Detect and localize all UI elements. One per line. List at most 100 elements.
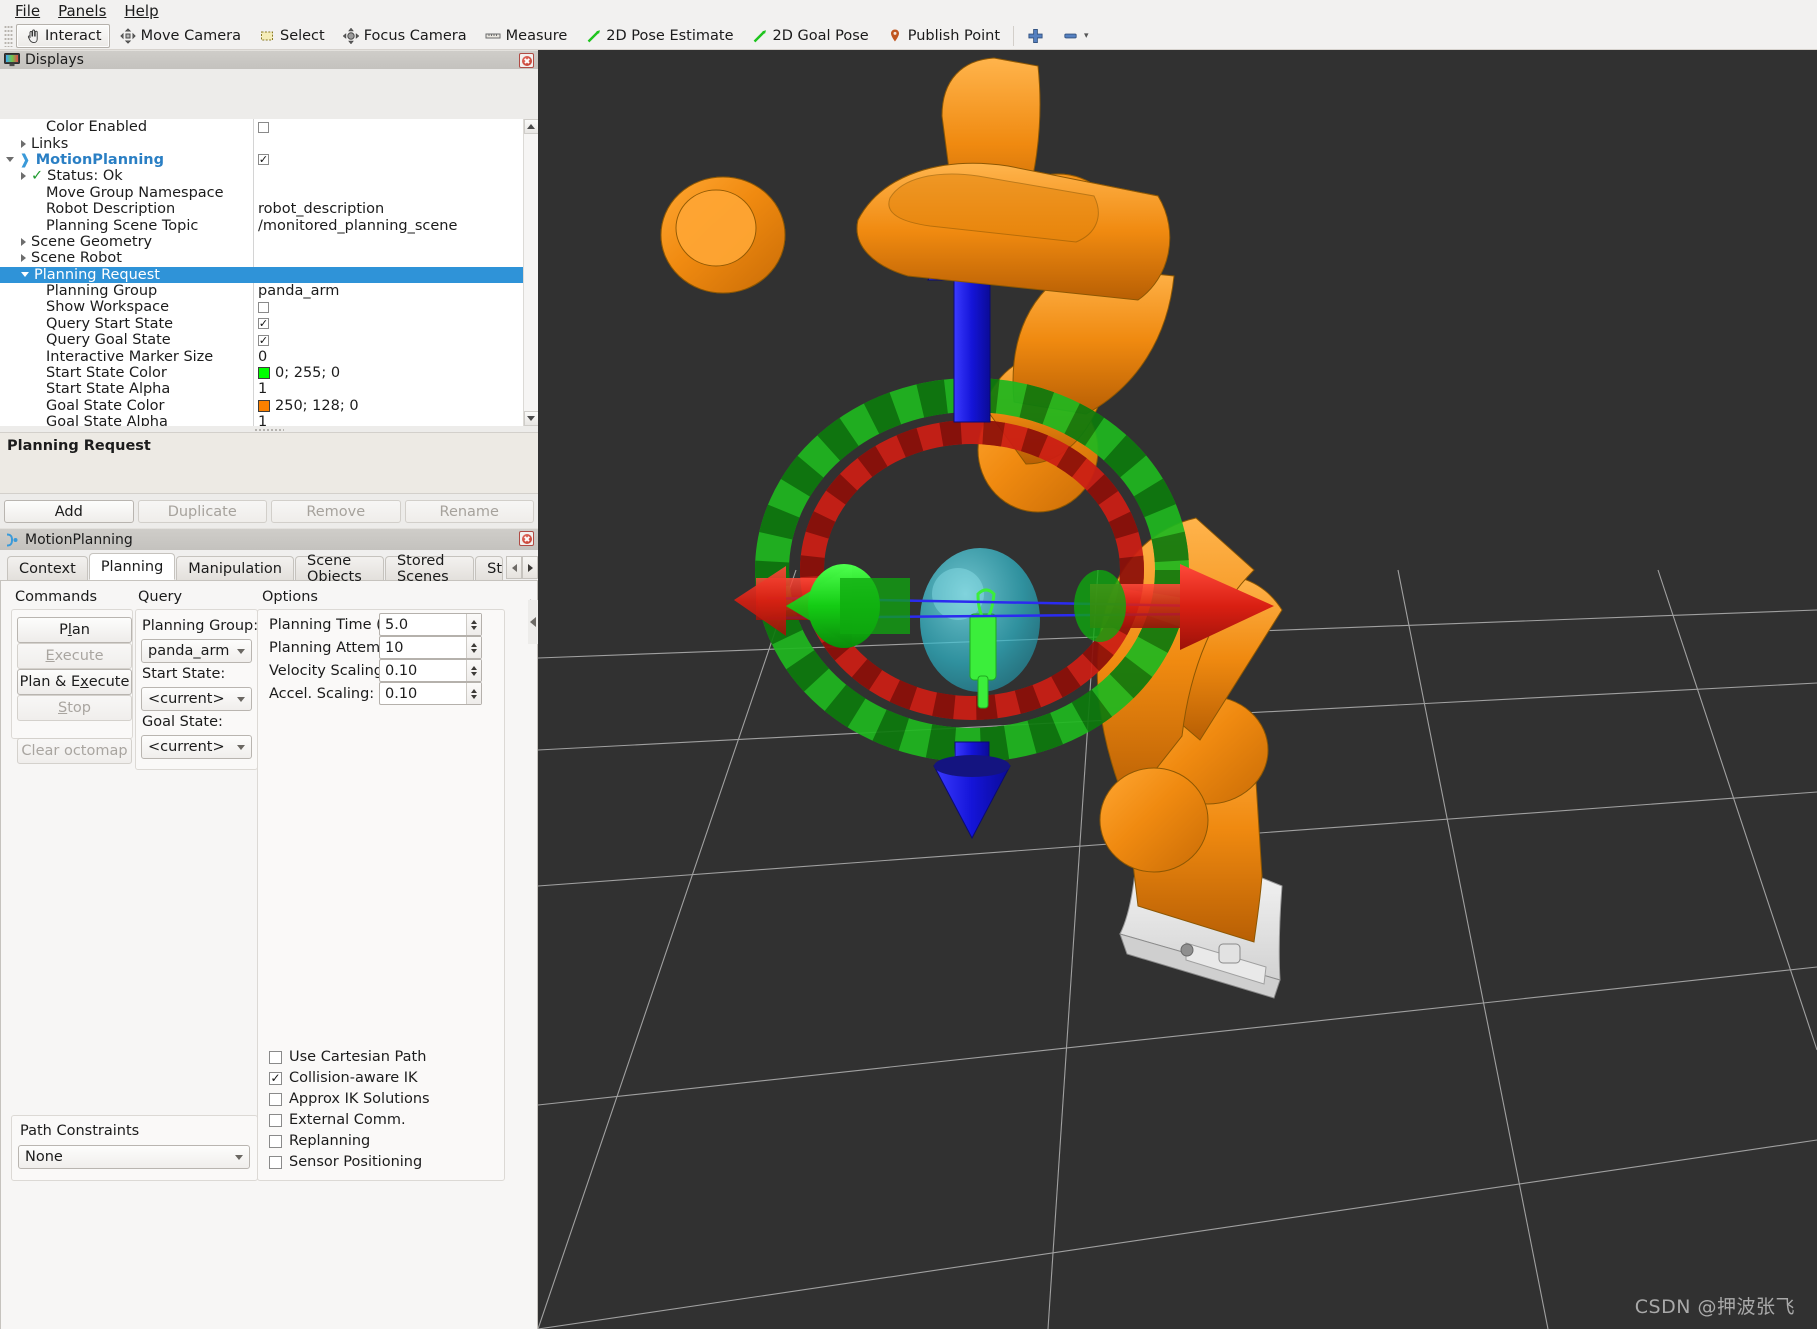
display-tree-row[interactable]: Planning Group panda_arm	[0, 283, 523, 299]
display-tree-row-value[interactable]: ✓	[253, 316, 523, 332]
display-tree-row[interactable]: Robot Description robot_description	[0, 201, 523, 217]
goal-state-combo[interactable]: <current>	[141, 735, 252, 759]
accel-scaling-spinner[interactable]: 0.10	[379, 682, 482, 705]
display-tree-row[interactable]: Start State Alpha 1	[0, 381, 523, 397]
color-swatch[interactable]	[258, 367, 270, 380]
planning-time-stepper[interactable]	[466, 614, 481, 635]
planning-group-combo[interactable]: panda_arm	[141, 639, 252, 663]
checkbox-approx-ik-solutions[interactable]: Approx IK Solutions	[269, 1091, 430, 1107]
scroll-up-button[interactable]	[523, 119, 538, 134]
display-tree-row[interactable]: Scene Robot	[0, 250, 523, 266]
menu-help[interactable]: Help	[115, 0, 167, 22]
display-tree-row[interactable]: Start State Color 0; 255; 0	[0, 365, 523, 381]
display-tree-row-value[interactable]: ✓	[253, 152, 523, 168]
tool-add-tool[interactable]	[1019, 24, 1052, 48]
velocity-scaling-spinner[interactable]: 0.10	[379, 659, 482, 682]
display-tree-row[interactable]: Planning Request	[0, 266, 523, 283]
3d-render-viewport[interactable]: CSDN @押波张飞	[538, 50, 1817, 1329]
display-tree-row[interactable]: Links	[0, 135, 523, 152]
checkbox-external-comm[interactable]: External Comm.	[269, 1112, 406, 1128]
display-property-checkbox[interactable]: ✓	[258, 154, 269, 166]
display-tree-row[interactable]: Goal State Color 250; 128; 0	[0, 398, 523, 414]
tool-focus-camera[interactable]: Focus Camera	[335, 24, 475, 48]
menu-panels[interactable]: Panels	[49, 0, 115, 22]
display-tree-row-value[interactable]	[253, 135, 523, 151]
checkbox-sensor-positioning[interactable]: Sensor Positioning	[269, 1154, 422, 1170]
tab-stored-states[interactable]: Sto	[475, 556, 504, 580]
display-tree-row-value[interactable]: 0	[253, 348, 523, 365]
expander-collapsed-icon[interactable]	[21, 172, 26, 181]
tab-scroll-left-button[interactable]	[506, 556, 523, 579]
display-tree-row-value[interactable]: 0; 255; 0	[253, 365, 523, 381]
display-property-checkbox[interactable]	[258, 121, 269, 133]
tab-manipulation[interactable]: Manipulation	[176, 556, 294, 580]
display-tree-row-value[interactable]: robot_description	[253, 201, 523, 217]
execute-button[interactable]: Execute	[17, 643, 132, 669]
display-tree-row-value[interactable]	[253, 234, 523, 250]
remove-display-button[interactable]: Remove	[271, 500, 401, 523]
display-tree-row-value[interactable]: /monitored_planning_scene	[253, 217, 523, 234]
tool-publish-point[interactable]: Publish Point	[879, 24, 1008, 48]
tab-scene-objects[interactable]: Scene Objects	[294, 553, 384, 585]
displays-tree[interactable]: Color Enabled Links ❱ MotionPlanning ✓ ✓ Statu…	[0, 119, 538, 426]
display-tree-row[interactable]: Planning Scene Topic/monitored_planning_…	[0, 217, 523, 234]
plan-button[interactable]: Pl an	[17, 617, 132, 643]
start-state-combo[interactable]: <current>	[141, 687, 252, 711]
path-constraints-combo[interactable]: None	[18, 1145, 250, 1169]
display-tree-row-value[interactable]	[253, 250, 523, 266]
displays-close-button[interactable]	[519, 53, 534, 68]
display-tree-row[interactable]: Color Enabled	[0, 119, 523, 135]
plan-and-execute-button[interactable]: Plan & Ex ecute	[17, 669, 132, 695]
displays-scrollbar[interactable]	[523, 119, 538, 426]
tool-2d-goal-pose[interactable]: 2D Goal Pose	[744, 24, 877, 48]
stop-button[interactable]: Stop	[17, 695, 132, 721]
display-tree-row[interactable]: ❱ MotionPlanning ✓	[0, 152, 523, 168]
display-property-checkbox[interactable]: ✓	[258, 318, 269, 330]
display-tree-row-value[interactable]: 1	[253, 414, 523, 426]
display-tree-row[interactable]: ✓ Status: Ok	[0, 168, 523, 184]
tool-interact[interactable]: Interact	[16, 23, 110, 48]
tool-remove-tool[interactable]: ▾	[1054, 24, 1097, 48]
expander-expanded-icon[interactable]	[6, 157, 14, 163]
display-tree-row-value[interactable]	[253, 185, 523, 201]
display-property-checkbox[interactable]: ✓	[258, 334, 269, 346]
add-display-button[interactable]: Add	[4, 500, 134, 523]
display-tree-row[interactable]: Show Workspace	[0, 299, 523, 315]
display-tree-row-value[interactable]	[253, 168, 523, 184]
display-tree-row[interactable]: Query Start State ✓	[0, 316, 523, 332]
display-property-checkbox[interactable]	[258, 301, 269, 313]
display-tree-row[interactable]: Scene Geometry	[0, 234, 523, 250]
display-tree-row[interactable]: Move Group Namespace	[0, 185, 523, 201]
tab-context[interactable]: Context	[7, 556, 88, 580]
display-tree-row-value[interactable]	[253, 267, 523, 283]
scroll-track[interactable]	[523, 134, 538, 411]
planning-attempts-spinner[interactable]: 10	[379, 636, 482, 659]
tab-stored-scenes[interactable]: Stored Scenes	[384, 553, 475, 585]
tool-measure[interactable]: Measure	[477, 24, 576, 48]
checkbox-replanning[interactable]: Replanning	[269, 1133, 370, 1149]
tab-scroll-right-button[interactable]	[522, 556, 539, 579]
expander-expanded-icon[interactable]	[21, 272, 29, 278]
chevron-down-icon[interactable]: ▾	[1084, 31, 1089, 41]
display-tree-row[interactable]: Query Goal State ✓	[0, 332, 523, 348]
display-tree-row[interactable]: Interactive Marker Size 0	[0, 348, 523, 365]
display-tree-row-value[interactable]: ✓	[253, 332, 523, 348]
checkbox-collision-aware-ik[interactable]: ✓ Collision-aware IK	[269, 1070, 418, 1086]
accel-scaling-stepper[interactable]	[466, 683, 481, 704]
display-tree-row-value[interactable]	[253, 299, 523, 315]
display-tree-row[interactable]: Goal State Alpha 1	[0, 414, 523, 426]
tool-2d-pose-estimate[interactable]: 2D Pose Estimate	[577, 24, 741, 48]
motion-planning-close-button[interactable]	[519, 531, 534, 546]
display-tree-row-value[interactable]: panda_arm	[253, 283, 523, 299]
display-tree-row-value[interactable]: 1	[253, 381, 523, 397]
tab-planning[interactable]: Planning	[88, 553, 176, 580]
planning-time-spinner[interactable]: 5.0	[379, 613, 482, 636]
velocity-scaling-stepper[interactable]	[466, 660, 481, 681]
rename-display-button[interactable]: Rename	[404, 500, 534, 523]
display-tree-row-value[interactable]: 250; 128; 0	[253, 398, 523, 414]
display-tree-row-value[interactable]	[253, 119, 523, 135]
tool-select[interactable]: Select	[251, 24, 333, 48]
scroll-down-button[interactable]	[523, 411, 538, 426]
clear-octomap-button[interactable]: Clear octomap	[17, 738, 132, 764]
color-swatch[interactable]	[258, 399, 270, 412]
